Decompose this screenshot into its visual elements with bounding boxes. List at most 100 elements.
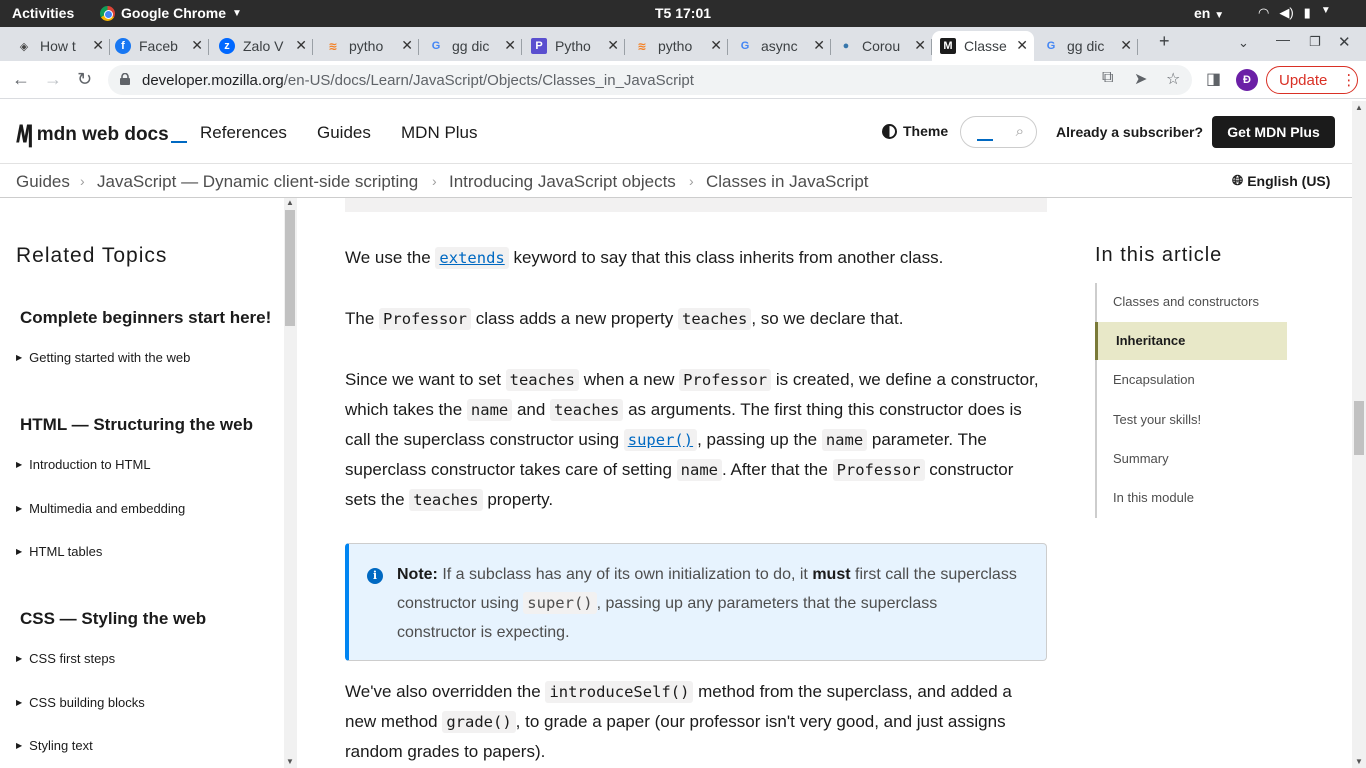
theme-switcher[interactable]: Theme: [882, 123, 948, 139]
close-tab-icon[interactable]: ✕: [401, 37, 413, 54]
tab-search-icon[interactable]: ⌄: [1238, 35, 1249, 51]
tab-active[interactable]: M Classe ✕: [932, 31, 1034, 61]
address-bar[interactable]: developer.mozilla.org/en-US/docs/Learn/J…: [108, 65, 1192, 95]
tab-separator: [208, 39, 209, 55]
bookmark-star-icon[interactable]: ☆: [1166, 69, 1180, 89]
clock[interactable]: T5 17:01: [655, 5, 711, 21]
breadcrumb-item-current[interactable]: Classes in JavaScript: [706, 172, 869, 192]
chevron-down-icon: ▼: [1320, 5, 1331, 16]
breadcrumb-item[interactable]: JavaScript — Dynamic client-side scripti…: [97, 172, 418, 192]
close-window-button[interactable]: ✕: [1338, 33, 1351, 51]
toc-item-active[interactable]: Inheritance: [1095, 322, 1287, 360]
close-tab-icon[interactable]: ✕: [710, 37, 722, 54]
mdn-logo[interactable]: /\/| mdn web docs: [16, 121, 187, 149]
toc-item[interactable]: Encapsulation: [1097, 361, 1289, 399]
page-scrollbar[interactable]: ▲ ▼: [1352, 101, 1366, 768]
tab-title: pytho: [349, 38, 384, 54]
tab[interactable]: Gasync ✕: [729, 31, 831, 61]
close-tab-icon[interactable]: ✕: [607, 37, 619, 54]
reload-button[interactable]: ↻: [77, 69, 92, 90]
share-icon[interactable]: ➤: [1134, 69, 1147, 89]
nav-mdn-plus[interactable]: MDN Plus: [401, 123, 478, 143]
tab[interactable]: f Faceb ✕: [107, 31, 209, 61]
breadcrumb-item[interactable]: Introducing JavaScript objects: [449, 172, 676, 192]
back-button[interactable]: ←: [12, 69, 30, 90]
close-tab-icon[interactable]: ✕: [504, 37, 516, 54]
close-tab-icon[interactable]: ✕: [1120, 37, 1132, 54]
toc-item[interactable]: Summary: [1097, 440, 1289, 478]
sidebar-section-heading[interactable]: CSS — Styling the web: [20, 609, 206, 629]
tab-title: async: [761, 38, 798, 54]
scroll-up-arrow-icon[interactable]: ▲: [286, 198, 294, 207]
subscriber-login-link[interactable]: Already a subscriber?: [1056, 124, 1203, 140]
sidebar-scrollbar[interactable]: ▲ ▼: [284, 198, 297, 768]
scrollbar-thumb[interactable]: [1354, 401, 1364, 455]
sidebar-item-label: CSS first steps: [29, 651, 116, 666]
search-input[interactable]: ⌕: [960, 116, 1037, 148]
article-content: We use the extends keyword to say that t…: [345, 198, 1047, 768]
minimize-button[interactable]: —: [1276, 31, 1290, 47]
breadcrumb-item[interactable]: Guides: [16, 172, 70, 192]
activities-button[interactable]: Activities: [12, 5, 74, 21]
text: We've also overridden the: [345, 682, 546, 701]
caret-right-icon: ▶: [16, 654, 23, 663]
sidebar-section-heading[interactable]: Complete beginners start here!: [20, 308, 271, 328]
sidebar-item[interactable]: ▶ CSS building blocks: [16, 695, 145, 710]
sidebar-section-heading[interactable]: HTML — Structuring the web: [20, 415, 253, 435]
tab[interactable]: P Pytho ✕: [523, 31, 625, 61]
scrollbar-thumb[interactable]: [285, 210, 295, 326]
update-button[interactable]: Update ⋮: [1266, 66, 1358, 94]
close-tab-icon[interactable]: ✕: [1016, 37, 1028, 54]
app-menu[interactable]: Google Chrome ▼: [100, 5, 242, 21]
super-link[interactable]: super(): [623, 429, 698, 451]
info-icon: i: [367, 568, 383, 584]
scroll-down-arrow-icon[interactable]: ▼: [1355, 757, 1363, 766]
sidebar-item[interactable]: ▶ Styling text: [16, 738, 93, 753]
scroll-down-arrow-icon[interactable]: ▼: [286, 757, 294, 766]
nav-references[interactable]: References: [200, 123, 287, 143]
tab[interactable]: ≋ pytho ✕: [317, 31, 419, 61]
forward-button[interactable]: →: [44, 69, 62, 90]
toc-item[interactable]: Classes and constructors: [1097, 283, 1289, 321]
tab[interactable]: ● Corou ✕: [830, 31, 932, 61]
sidebar-item-label: HTML tables: [29, 544, 103, 559]
close-tab-icon[interactable]: ✕: [191, 37, 203, 54]
tab[interactable]: Ggg dic ✕: [1035, 31, 1138, 61]
toc-item[interactable]: In this module: [1097, 479, 1289, 517]
lang-label: en: [1194, 5, 1211, 21]
tab[interactable]: z Zalo V ✕: [211, 31, 313, 61]
sidebar-item[interactable]: ▶ Multimedia and embedding: [16, 501, 185, 516]
language-switcher[interactable]: 🌐︎ English (US): [1232, 172, 1330, 189]
python-icon: ●: [842, 40, 850, 52]
nav-guides[interactable]: Guides: [317, 123, 371, 143]
sidebar-item[interactable]: ▶ HTML tables: [16, 544, 102, 559]
extends-link[interactable]: extends: [435, 247, 509, 269]
close-tab-icon[interactable]: ✕: [914, 37, 926, 54]
close-tab-icon[interactable]: ✕: [92, 37, 104, 54]
tab-title: Pytho: [555, 38, 591, 54]
sidebar-item[interactable]: ▶ Introduction to HTML: [16, 457, 151, 472]
system-tray[interactable]: ◠ ◀) ▮ ▼: [1258, 5, 1331, 21]
close-tab-icon[interactable]: ✕: [295, 37, 307, 54]
side-panel-icon[interactable]: ◨: [1206, 69, 1221, 89]
close-tab-icon[interactable]: ✕: [813, 37, 825, 54]
get-mdn-plus-button[interactable]: Get MDN Plus: [1212, 116, 1335, 148]
url-domain: developer.mozilla.org: [142, 71, 284, 89]
new-tab-button[interactable]: +: [1159, 31, 1170, 52]
chevron-right-icon: ›: [432, 173, 437, 189]
tab-title: gg dic: [1067, 38, 1105, 54]
tab[interactable]: ≋ pytho ✕: [626, 31, 728, 61]
maximize-button[interactable]: ❐: [1309, 34, 1321, 50]
input-language[interactable]: en ▼: [1194, 5, 1224, 21]
scroll-up-arrow-icon[interactable]: ▲: [1355, 103, 1363, 112]
toc-item[interactable]: Test your skills!: [1097, 401, 1289, 439]
sidebar-item[interactable]: ▶ CSS first steps: [16, 651, 115, 666]
translate-icon[interactable]: ⧉: [1102, 69, 1113, 87]
tab[interactable]: ◈ How t ✕: [8, 31, 110, 61]
sidebar-item[interactable]: ▶ Getting started with the web: [16, 350, 190, 365]
inline-code: super(): [523, 592, 597, 614]
profile-avatar[interactable]: Đ: [1236, 69, 1258, 91]
tab-title: How t: [40, 38, 76, 54]
volume-icon: ◀): [1279, 5, 1294, 20]
tab[interactable]: Ggg dic ✕: [420, 31, 522, 61]
